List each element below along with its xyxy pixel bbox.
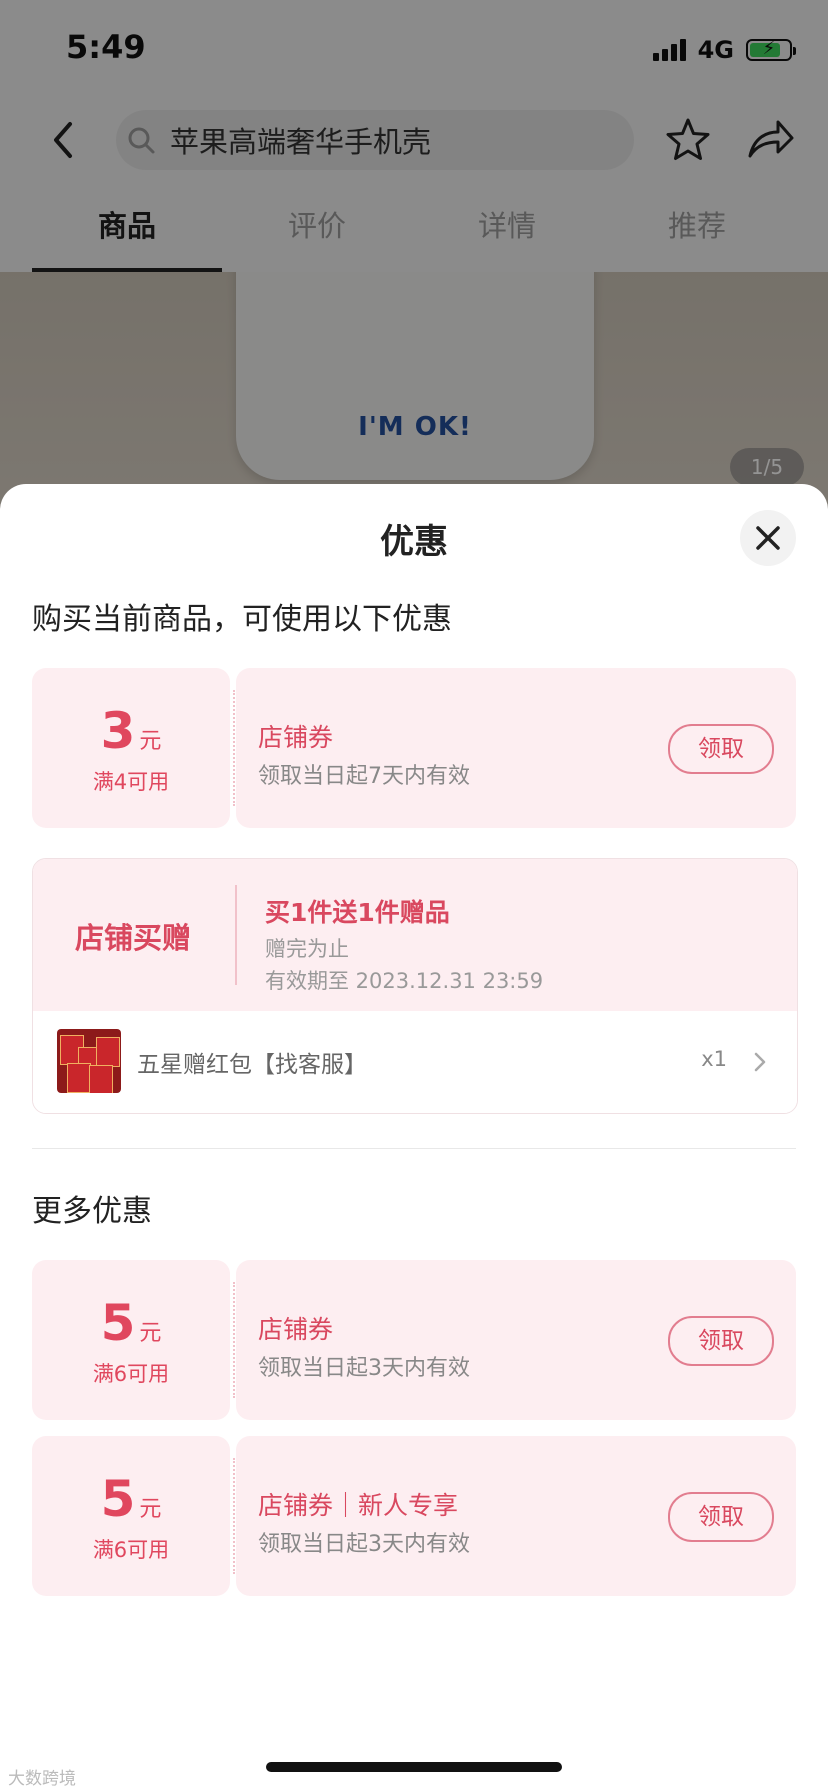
chevron-right-icon — [754, 1052, 766, 1072]
current-section-title: 购买当前商品，可使用以下优惠 — [32, 602, 452, 637]
coupon-validity: 领取当日起3天内有效 — [258, 1532, 470, 1557]
coupon-amount: 5 — [100, 1470, 136, 1528]
coupon-card: 5元 满6可用 店铺券 领取当日起3天内有效 领取 — [32, 1260, 796, 1420]
claim-button[interactable]: 领取 — [668, 1316, 774, 1366]
coupon-unit: 元 — [139, 1497, 162, 1522]
coupon-amount-area: 5元 满6可用 — [32, 1436, 230, 1596]
coupon-unit: 元 — [139, 1321, 162, 1346]
gift-item-name: 五星赠红包【找客服】 — [137, 1052, 367, 1078]
gift-item-row[interactable]: 五星赠红包【找客服】 x1 — [33, 1011, 797, 1113]
coupon-divider — [233, 690, 235, 806]
coupon-condition: 满6可用 — [92, 1362, 170, 1386]
coupon-amount: 5 — [100, 1294, 136, 1352]
gift-stock-note: 赠完为止 — [265, 937, 349, 961]
coupon-divider — [233, 1458, 235, 1574]
coupon-info-area: 店铺券 领取当日起3天内有效 领取 — [236, 1260, 796, 1420]
coupon-condition: 满6可用 — [92, 1538, 170, 1562]
gift-expire: 有效期至 2023.12.31 23:59 — [265, 969, 544, 993]
product-page-background: I'M OK! 5:49 4G ⚡ 苹果高端奢华手机壳 商品 评价 详情 推荐 … — [0, 0, 828, 520]
coupon-name: 店铺券 — [258, 723, 334, 752]
gift-label: 店铺买赠 — [74, 921, 191, 955]
claim-button[interactable]: 领取 — [668, 724, 774, 774]
coupon-validity: 领取当日起7天内有效 — [258, 764, 470, 789]
coupon-unit: 元 — [139, 729, 162, 754]
coupon-amount-area: 3元 满4可用 — [32, 668, 230, 828]
coupon-card: 3元 满4可用 店铺券 领取当日起7天内有效 领取 — [32, 668, 796, 828]
coupon-divider — [233, 1282, 235, 1398]
gift-separator — [235, 885, 237, 985]
gift-item-thumbnail — [57, 1029, 121, 1093]
watermark: 大数跨境 — [8, 1769, 76, 1789]
gift-header: 店铺买赠 买1件送1件赠品 赠完为止 有效期至 2023.12.31 23:59 — [33, 859, 797, 1011]
gift-title: 买1件送1件赠品 — [265, 898, 450, 927]
modal-overlay[interactable] — [0, 0, 828, 520]
coupon-amount-area: 5元 满6可用 — [32, 1260, 230, 1420]
gift-promotion-card: 店铺买赠 买1件送1件赠品 赠完为止 有效期至 2023.12.31 23:59… — [32, 858, 798, 1114]
coupon-info-area: 店铺券 领取当日起7天内有效 领取 — [236, 668, 796, 828]
coupon-amount: 3 — [100, 702, 136, 760]
sheet-title: 优惠 — [380, 522, 448, 562]
home-indicator[interactable] — [266, 1762, 562, 1772]
more-section-title: 更多优惠 — [32, 1194, 152, 1229]
coupon-validity: 领取当日起3天内有效 — [258, 1356, 470, 1381]
coupon-card: 5元 满6可用 店铺券｜新人专享 领取当日起3天内有效 领取 — [32, 1436, 796, 1596]
discount-sheet: 优惠 购买当前商品，可使用以下优惠 3元 满4可用 店铺券 领取当日起7天内有效… — [0, 484, 828, 1792]
coupon-name: 店铺券 — [258, 1315, 334, 1344]
gift-item-qty: x1 — [701, 1047, 727, 1071]
coupon-condition: 满4可用 — [92, 770, 170, 794]
coupon-info-area: 店铺券｜新人专享 领取当日起3天内有效 领取 — [236, 1436, 796, 1596]
claim-button[interactable]: 领取 — [668, 1492, 774, 1542]
close-button[interactable] — [740, 510, 796, 566]
coupon-name: 店铺券｜新人专享 — [258, 1491, 459, 1520]
close-icon — [756, 526, 780, 550]
section-divider — [32, 1148, 796, 1149]
